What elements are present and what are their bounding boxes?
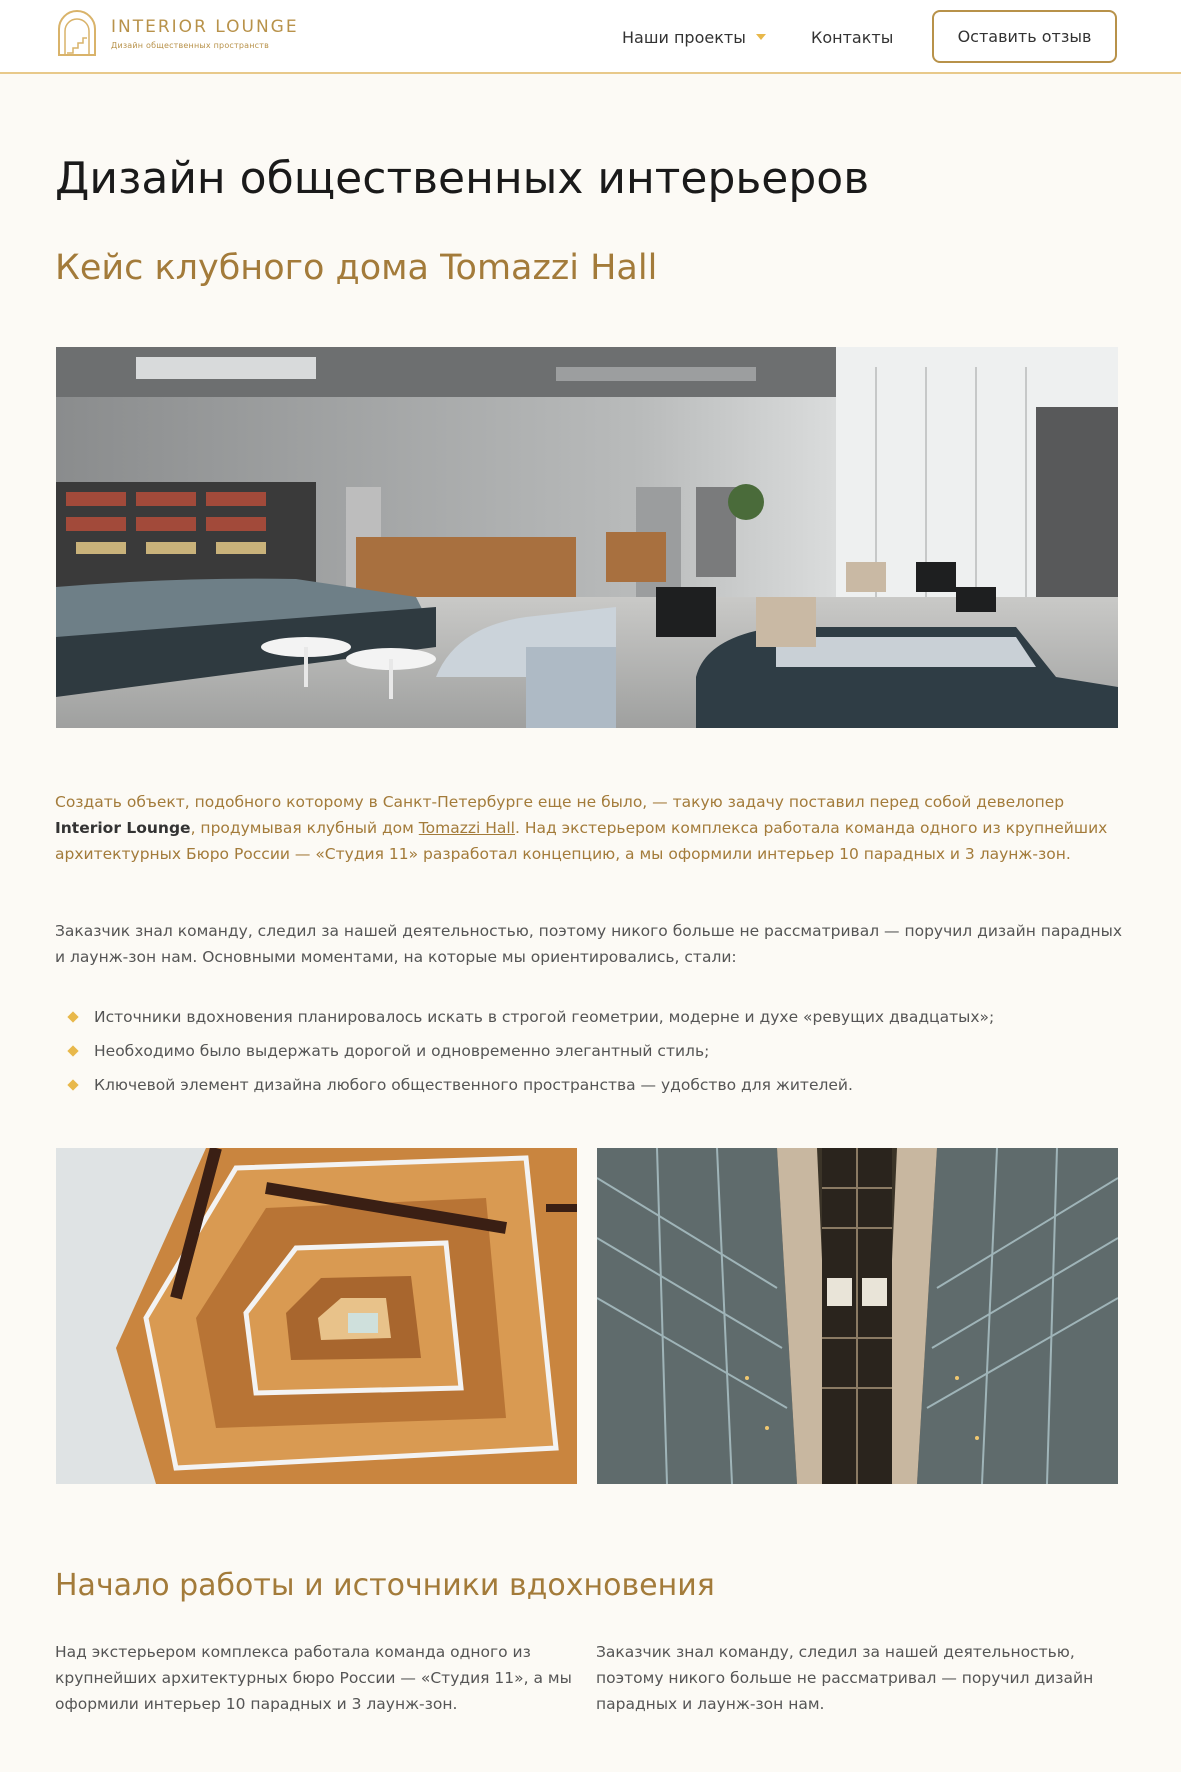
key-points-list: Источники вдохновения планировалось иска… (66, 1000, 1126, 1102)
logo-icon (58, 10, 96, 56)
logo-title: INTERIOR LOUNGE (111, 16, 299, 37)
leave-review-button[interactable]: Оставить отзыв (932, 10, 1117, 63)
list-item: Ключевой элемент дизайна любого обществе… (66, 1068, 1126, 1102)
case-subtitle: Кейс клубного дома Tomazzi Hall (55, 248, 658, 288)
list-item-text: Ключевой элемент дизайна любого обществе… (94, 1076, 853, 1094)
nav-contacts[interactable]: Контакты (811, 0, 893, 74)
intro-text-1: Создать объект, подобного которому в Сан… (55, 793, 1065, 811)
nav-projects[interactable]: Наши проекты (622, 0, 766, 74)
diamond-bullet-icon (67, 1011, 79, 1023)
list-item: Необходимо было выдержать дорогой и одно… (66, 1034, 1126, 1068)
tomazzi-hall-link[interactable]: Tomazzi Hall (419, 819, 515, 837)
list-item: Источники вдохновения планировалось иска… (66, 1000, 1126, 1034)
diamond-bullet-icon (67, 1079, 79, 1091)
logo-subtitle: Дизайн общественных пространств (111, 40, 270, 50)
intro-paragraph: Создать объект, подобного которому в Сан… (55, 789, 1125, 867)
list-item-text: Необходимо было выдержать дорогой и одно… (94, 1042, 710, 1060)
diamond-bullet-icon (67, 1045, 79, 1057)
elevator-image (597, 1148, 1118, 1484)
nav-projects-label[interactable]: Наши проекты (622, 28, 746, 47)
hero-lobby-image (56, 347, 1118, 728)
logo[interactable]: INTERIOR LOUNGE Дизайн общественных прос… (55, 9, 299, 57)
page-title: Дизайн общественных интерьеров (55, 153, 870, 204)
brand-name: Interior Lounge (55, 819, 191, 837)
list-item-text: Источники вдохновения планировалось иска… (94, 1008, 995, 1026)
site-header: INTERIOR LOUNGE Дизайн общественных прос… (0, 0, 1181, 74)
nav-contacts-label[interactable]: Контакты (811, 28, 893, 47)
section-text-left: Над экстерьером комплекса работала коман… (55, 1643, 572, 1713)
intro-text-2: , продумывая клубный дом (190, 819, 419, 837)
section-title-inspiration: Начало работы и источники вдохновения (55, 1568, 715, 1603)
section-text-right: Заказчик знал команду, следил за нашей д… (596, 1643, 1094, 1713)
client-paragraph: Заказчик знал команду, следил за нашей д… (55, 922, 1123, 966)
chevron-down-icon[interactable] (755, 34, 766, 40)
staircase-image (56, 1148, 577, 1484)
